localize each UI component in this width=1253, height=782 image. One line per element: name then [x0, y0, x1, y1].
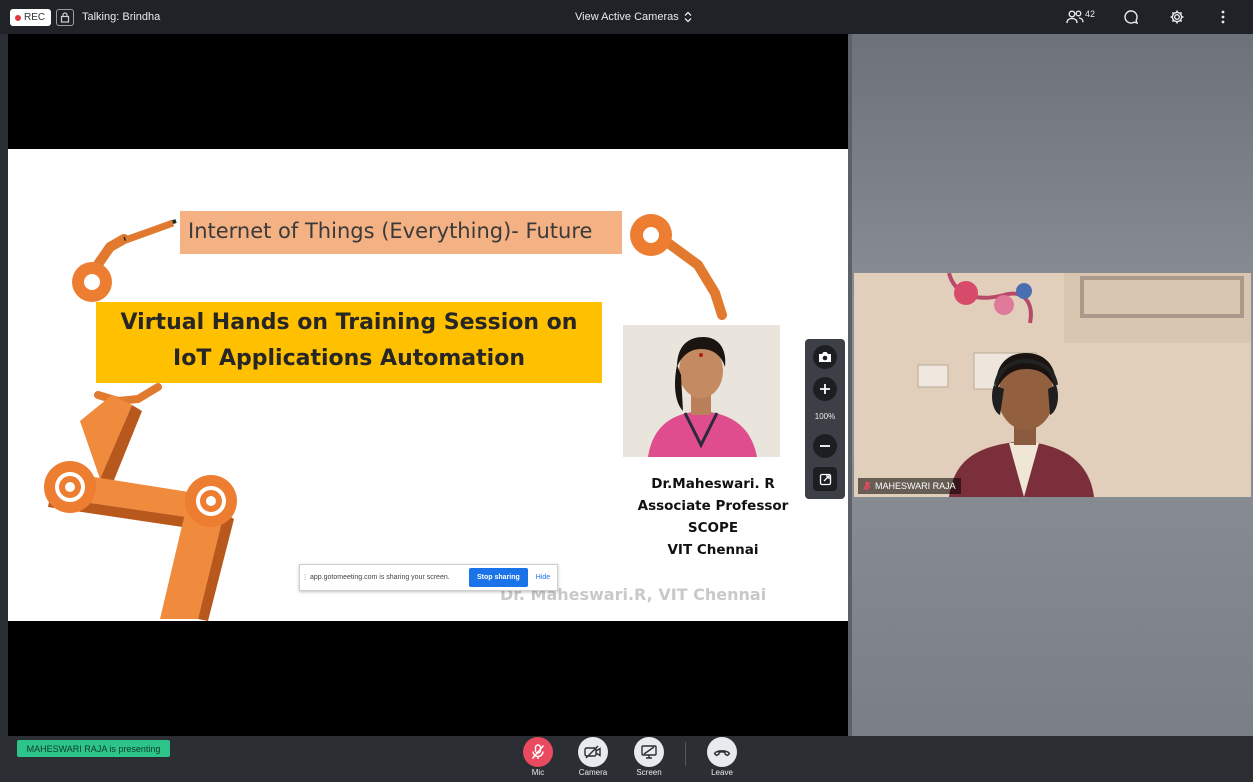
mic-off-icon — [531, 744, 545, 759]
presenter-role: Associate Professor — [637, 498, 789, 514]
presenting-badge: MAHESWARI RAJA is presenting — [17, 740, 170, 757]
hide-button[interactable]: Hide — [536, 574, 550, 581]
leave-button[interactable]: Leave — [702, 737, 742, 777]
view-active-cameras-dropdown[interactable]: View Active Cameras — [575, 11, 692, 23]
screen-sharing-bar: ⁞ app.gotomeeting.com is sharing your sc… — [299, 564, 558, 591]
camera-button[interactable]: Camera — [573, 737, 613, 777]
chat-button[interactable] — [1121, 7, 1141, 27]
minus-icon — [820, 445, 830, 447]
chat-icon — [1124, 10, 1139, 25]
meeting-window: REC Talking: Brindha View Active Cameras… — [0, 0, 1253, 782]
gear-icon — [1170, 10, 1184, 24]
talking-indicator: Talking: Brindha — [82, 11, 161, 23]
banner-line-1: Virtual Hands on Training Session on — [120, 310, 578, 335]
chevron-updown-icon — [684, 11, 692, 23]
presenter-name: Dr.Maheswari. R — [651, 476, 775, 492]
camera-icon — [819, 352, 831, 362]
lock-icon[interactable] — [56, 9, 74, 26]
camera-off-icon — [584, 745, 601, 759]
zoom-controls: 100% — [805, 339, 845, 499]
recording-label: REC — [24, 12, 46, 23]
zoom-out-button[interactable] — [813, 434, 837, 458]
mic-button[interactable]: Mic — [518, 737, 558, 777]
external-link-icon — [819, 473, 831, 485]
leave-label: Leave — [711, 768, 733, 777]
screen-share-icon — [641, 745, 657, 759]
presenter-school: SCOPE — [687, 520, 739, 536]
presenter-college: VIT Chennai — [667, 542, 759, 558]
pop-out-button[interactable] — [813, 467, 837, 491]
camera-tile[interactable]: MAHESWARI RAJA — [854, 273, 1251, 497]
screen-label: Screen — [636, 768, 662, 777]
stop-sharing-button[interactable]: Stop sharing — [469, 568, 528, 587]
hang-up-icon — [713, 750, 731, 757]
presenter-photo — [623, 325, 780, 457]
record-dot-icon — [15, 14, 21, 21]
banner-line-2: IoT Applications Automation — [173, 346, 525, 371]
shared-screen[interactable]: Internet of Things (Everything)- Future … — [8, 34, 848, 736]
screen-button[interactable]: Screen — [629, 737, 669, 777]
view-cameras-label: View Active Cameras — [575, 11, 679, 23]
mic-label: Mic — [531, 768, 545, 777]
participants-button[interactable]: 42 — [1066, 9, 1095, 25]
participant-count: 42 — [1084, 9, 1095, 19]
drag-handle-icon[interactable]: ⁞ — [300, 573, 310, 582]
camera-name-label: MAHESWARI RAJA — [875, 481, 956, 491]
screenshot-button[interactable] — [813, 345, 837, 369]
people-icon — [1066, 10, 1084, 24]
more-vertical-icon — [1221, 10, 1225, 24]
sharing-message: app.gotomeeting.com is sharing your scre… — [310, 574, 450, 581]
plus-icon — [820, 384, 830, 394]
more-options-button[interactable] — [1213, 7, 1233, 27]
camera-label: Camera — [578, 768, 608, 777]
recording-badge[interactable]: REC — [10, 9, 52, 26]
bottom-controls-bar: MAHESWARI RAJA is presenting Mic Camera … — [0, 736, 1253, 782]
camera-name-tag: MAHESWARI RAJA — [858, 478, 961, 494]
zoom-level: 100% — [814, 412, 836, 421]
presentation-slide: Internet of Things (Everything)- Future … — [8, 149, 848, 621]
zoom-in-button[interactable] — [813, 377, 837, 401]
controls-separator — [685, 742, 686, 766]
settings-button[interactable] — [1167, 7, 1187, 27]
top-bar: REC Talking: Brindha View Active Cameras… — [0, 0, 1253, 34]
mic-muted-icon — [863, 481, 871, 491]
slide-title: Internet of Things (Everything)- Future — [188, 219, 593, 243]
camera-feed — [854, 273, 1251, 497]
